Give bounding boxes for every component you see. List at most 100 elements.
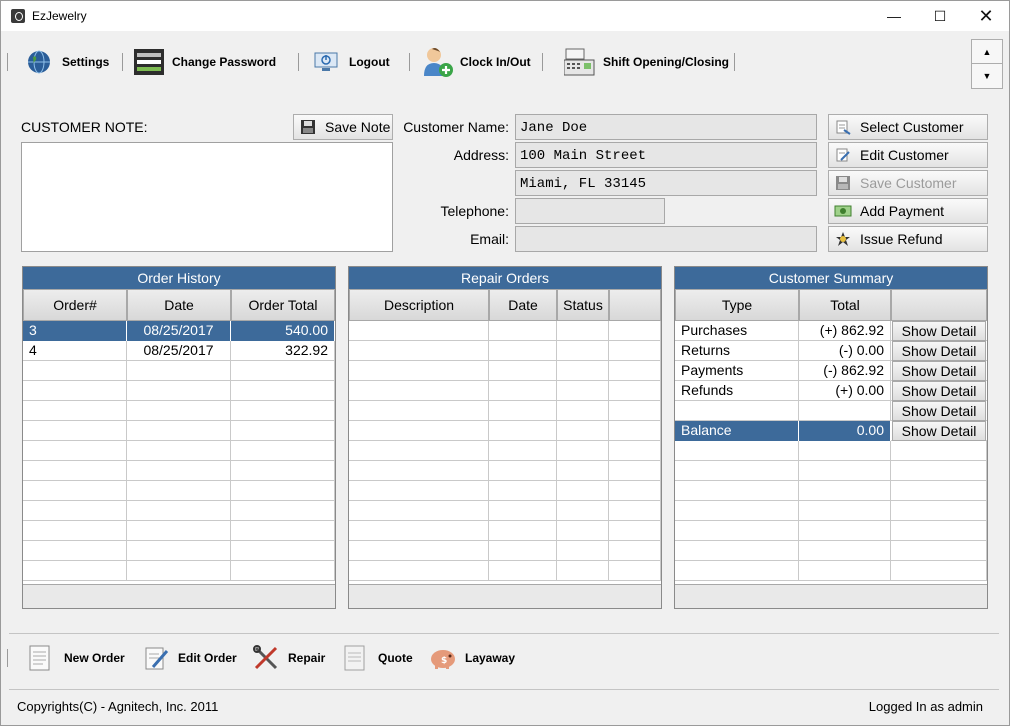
table-row[interactable]	[349, 361, 661, 381]
status-column-header[interactable]: Status	[557, 289, 609, 321]
show-detail-button[interactable]: Show Detail	[892, 321, 986, 341]
close-button[interactable]: ✕	[963, 1, 1009, 31]
table-row[interactable]	[23, 421, 335, 441]
table-row	[675, 441, 987, 461]
table-cell	[23, 361, 127, 381]
table-cell	[609, 541, 661, 561]
table-cell	[609, 461, 661, 481]
order-number-column-header[interactable]: Order#	[23, 289, 127, 321]
table-row[interactable]	[349, 461, 661, 481]
edit-order-button[interactable]: Edit Order	[145, 643, 237, 673]
table-row[interactable]	[23, 481, 335, 501]
table-row[interactable]	[23, 521, 335, 541]
table-row[interactable]: 4 08/25/2017 322.92	[23, 341, 335, 361]
add-payment-button[interactable]: Add Payment	[828, 198, 988, 224]
edit-customer-button[interactable]: Edit Customer	[828, 142, 988, 168]
scroll-up-button[interactable]: ▲	[972, 40, 1002, 64]
minimize-button[interactable]: —	[871, 1, 917, 31]
table-row[interactable]	[349, 501, 661, 521]
show-detail-button[interactable]: Show Detail	[892, 341, 986, 361]
save-customer-button[interactable]: Save Customer	[828, 170, 988, 196]
select-customer-button[interactable]: Select Customer	[828, 114, 988, 140]
table-cell	[231, 541, 335, 561]
table-row[interactable]	[349, 341, 661, 361]
repair-date-column-header[interactable]: Date	[489, 289, 557, 321]
email-label: Email:	[470, 231, 509, 247]
table-row[interactable]: Refunds (+) 0.00 Show Detail	[675, 381, 987, 401]
table-row[interactable]	[349, 441, 661, 461]
customer-name-field[interactable]: Jane Doe	[515, 114, 817, 140]
table-row[interactable]	[23, 441, 335, 461]
table-row[interactable]	[349, 561, 661, 581]
table-row[interactable]: Show Detail	[675, 401, 987, 421]
table-cell	[23, 561, 127, 581]
clock-in-out-label: Clock In/Out	[460, 55, 531, 69]
show-detail-button[interactable]: Show Detail	[892, 401, 986, 421]
table-row[interactable]: Returns (-) 0.00 Show Detail	[675, 341, 987, 361]
new-order-button[interactable]: New Order	[29, 643, 125, 673]
table-row[interactable]: 3 08/25/2017 540.00	[23, 321, 335, 341]
table-row[interactable]	[349, 521, 661, 541]
logout-button[interactable]: Logout	[314, 41, 390, 83]
table-cell	[489, 521, 557, 541]
maximize-button[interactable]: ☐	[917, 1, 963, 31]
user-add-icon	[424, 48, 453, 77]
save-note-button[interactable]: Save Note	[293, 114, 393, 140]
table-cell	[127, 361, 231, 381]
summary-total-cell	[799, 481, 891, 501]
table-row[interactable]	[23, 541, 335, 561]
change-password-label: Change Password	[172, 55, 277, 69]
blank-column-header	[609, 289, 661, 321]
show-detail-button[interactable]: Show Detail	[892, 381, 986, 401]
repair-button[interactable]: Repair	[253, 643, 325, 673]
change-password-button[interactable]: Change Password	[134, 41, 276, 83]
table-row[interactable]	[349, 381, 661, 401]
date-column-header[interactable]: Date	[127, 289, 231, 321]
table-cell	[127, 541, 231, 561]
summary-total-cell: (-) 0.00	[799, 341, 891, 361]
order-total-column-header[interactable]: Order Total	[231, 289, 335, 321]
customer-note-textarea[interactable]	[21, 142, 393, 252]
table-row[interactable]	[23, 501, 335, 521]
summary-type-cell	[675, 561, 799, 581]
settings-button[interactable]: Settings	[27, 41, 109, 83]
layaway-button[interactable]: $ Layaway	[429, 643, 515, 673]
type-column-header[interactable]: Type	[675, 289, 799, 321]
table-cell	[557, 421, 609, 441]
telephone-field[interactable]	[515, 198, 665, 224]
scroll-down-button[interactable]: ▼	[972, 64, 1002, 88]
table-cell: 540.00	[231, 321, 335, 341]
table-row	[675, 461, 987, 481]
address-line2-field[interactable]: Miami, FL 33145	[515, 170, 817, 196]
table-row[interactable]: Balance 0.00 Show Detail	[675, 421, 987, 441]
quote-button[interactable]: Quote	[344, 643, 413, 673]
add-payment-label: Add Payment	[860, 203, 945, 219]
summary-type-cell	[675, 541, 799, 561]
floppy-disk-icon	[301, 120, 315, 134]
table-row[interactable]	[349, 401, 661, 421]
shift-opening-closing-button[interactable]: Shift Opening/Closing	[564, 41, 729, 83]
table-cell	[557, 341, 609, 361]
total-column-header[interactable]: Total	[799, 289, 891, 321]
table-cell	[231, 561, 335, 581]
table-row[interactable]	[349, 481, 661, 501]
description-column-header[interactable]: Description	[349, 289, 489, 321]
table-row[interactable]	[349, 321, 661, 341]
issue-refund-button[interactable]: Issue Refund	[828, 226, 988, 252]
table-cell	[349, 481, 489, 501]
table-row[interactable]	[23, 381, 335, 401]
table-row[interactable]	[349, 421, 661, 441]
table-row[interactable]	[23, 361, 335, 381]
email-field[interactable]	[515, 226, 817, 252]
table-row[interactable]: Payments (-) 862.92 Show Detail	[675, 361, 987, 381]
table-row[interactable]	[23, 461, 335, 481]
table-row[interactable]	[349, 541, 661, 561]
table-row[interactable]	[23, 401, 335, 421]
table-row[interactable]: Purchases (+) 862.92 Show Detail	[675, 321, 987, 341]
clock-in-out-button[interactable]: Clock In/Out	[422, 41, 531, 83]
table-row[interactable]	[23, 561, 335, 581]
show-detail-button[interactable]: Show Detail	[892, 421, 986, 441]
show-detail-button[interactable]: Show Detail	[892, 361, 986, 381]
table-cell	[231, 501, 335, 521]
address-line1-field[interactable]: 100 Main Street	[515, 142, 817, 168]
